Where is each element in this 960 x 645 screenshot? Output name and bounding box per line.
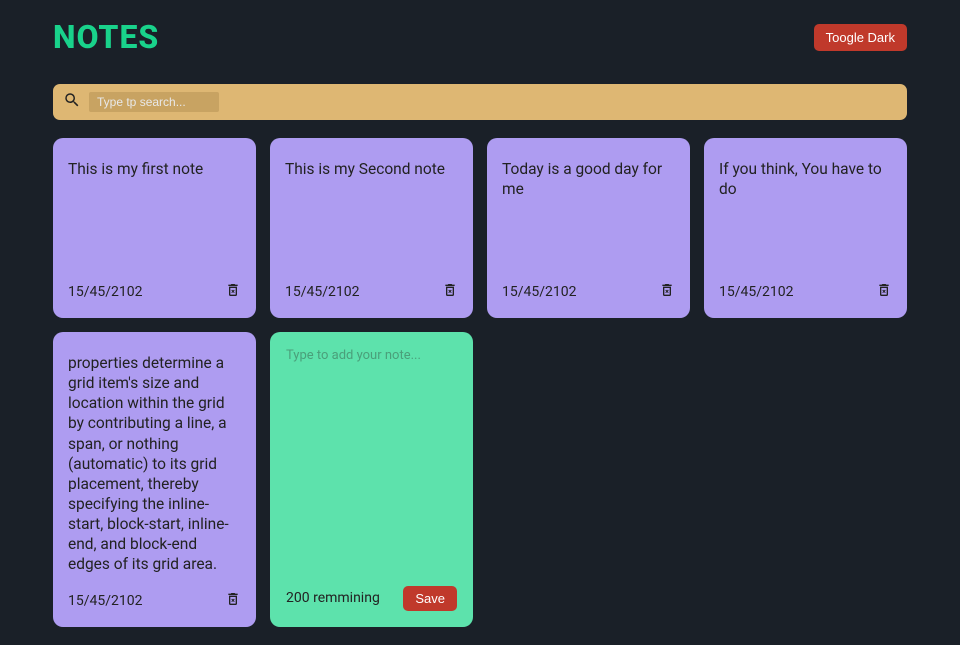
- note-date: 15/45/2102: [502, 284, 577, 300]
- note-text: This is my Second note: [285, 153, 458, 179]
- note-card: This is my first note 15/45/2102: [53, 138, 256, 318]
- delete-icon[interactable]: [442, 281, 458, 303]
- note-footer: 15/45/2102: [502, 281, 675, 303]
- new-note-footer: 200 remmining Save: [286, 586, 457, 611]
- note-card: properties determine a grid item's size …: [53, 332, 256, 627]
- note-text: properties determine a grid item's size …: [68, 347, 241, 575]
- note-date: 15/45/2102: [285, 284, 360, 300]
- new-note-card: 200 remmining Save: [270, 332, 473, 627]
- delete-icon[interactable]: [876, 281, 892, 303]
- delete-icon[interactable]: [659, 281, 675, 303]
- note-footer: 15/45/2102: [285, 281, 458, 303]
- delete-icon[interactable]: [225, 590, 241, 612]
- note-card: This is my Second note 15/45/2102: [270, 138, 473, 318]
- remaining-count: 200 remmining: [286, 590, 380, 606]
- note-text: If you think, You have to do: [719, 153, 892, 199]
- note-text: This is my first note: [68, 153, 241, 179]
- new-note-textarea[interactable]: [286, 348, 457, 586]
- save-button[interactable]: Save: [403, 586, 457, 611]
- note-footer: 15/45/2102: [68, 590, 241, 612]
- search-bar: [53, 84, 907, 120]
- search-icon: [63, 91, 89, 113]
- note-footer: 15/45/2102: [68, 281, 241, 303]
- note-date: 15/45/2102: [719, 284, 794, 300]
- app-container: NOTES Toogle Dark This is my first note …: [0, 0, 960, 645]
- search-input[interactable]: [89, 92, 219, 112]
- toggle-dark-button[interactable]: Toogle Dark: [814, 24, 907, 51]
- note-date: 15/45/2102: [68, 284, 143, 300]
- note-footer: 15/45/2102: [719, 281, 892, 303]
- delete-icon[interactable]: [225, 281, 241, 303]
- note-card: Today is a good day for me 15/45/2102: [487, 138, 690, 318]
- note-card: If you think, You have to do 15/45/2102: [704, 138, 907, 318]
- note-date: 15/45/2102: [68, 593, 143, 609]
- notes-grid: This is my first note 15/45/2102 This is…: [53, 138, 907, 627]
- note-text: Today is a good day for me: [502, 153, 675, 199]
- page-title: NOTES: [53, 18, 159, 56]
- header: NOTES Toogle Dark: [53, 18, 907, 56]
